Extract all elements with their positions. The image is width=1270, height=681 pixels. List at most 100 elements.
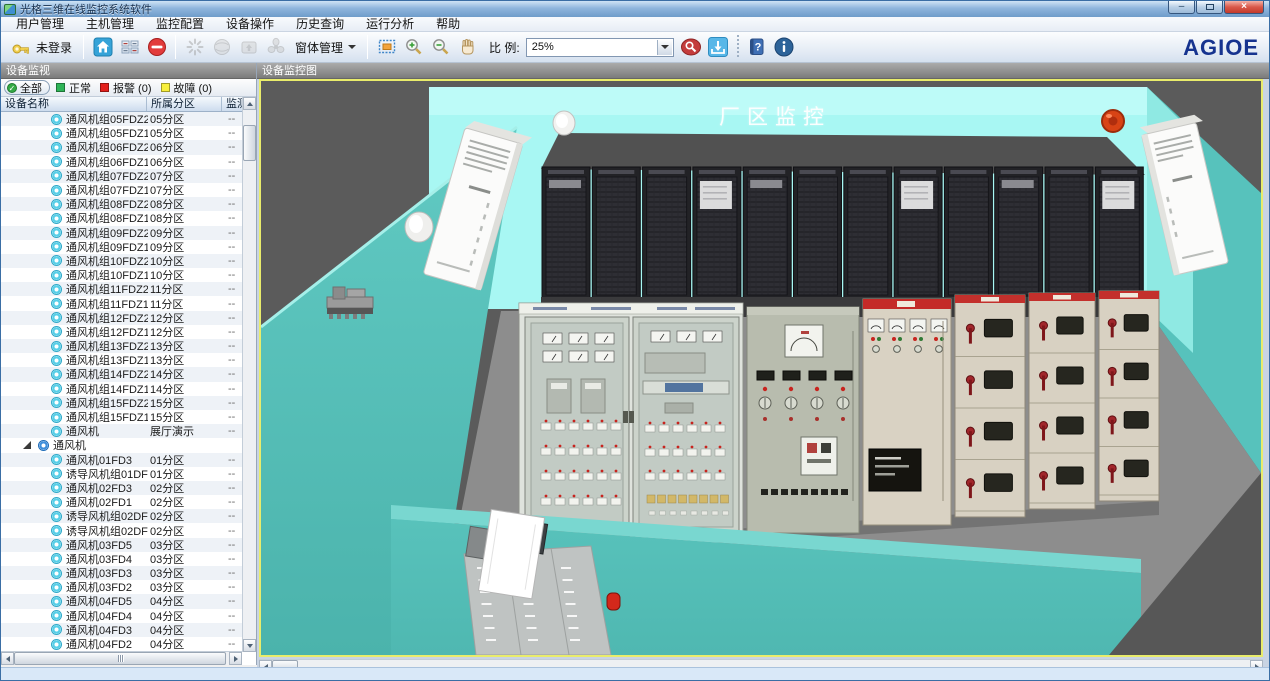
menu-item-4[interactable]: 历史查询: [285, 17, 355, 32]
key-icon[interactable]: [9, 36, 32, 59]
close-button[interactable]: ×: [1224, 1, 1264, 14]
table-row[interactable]: 通风机03FD303分区--: [1, 566, 243, 580]
tree-group-row[interactable]: 通风机: [1, 438, 243, 452]
table-row[interactable]: 通风机组14FDZ214分区--: [1, 367, 243, 381]
table-row[interactable]: 诱导风机组01DF101分区--: [1, 467, 243, 481]
snapshot-icon[interactable]: [237, 36, 260, 59]
help-icon[interactable]: ?: [746, 36, 769, 59]
zoom-in-icon[interactable]: [402, 36, 425, 59]
filter-item-2[interactable]: 报警 (0): [100, 80, 152, 96]
table-row[interactable]: 通风机组12FDZ112分区--: [1, 325, 243, 339]
table-row[interactable]: 诱导风机组02DF102分区--: [1, 523, 243, 537]
device-name: 通风机04FD2: [66, 636, 132, 652]
table-row[interactable]: 通风机组09FDZ209分区--: [1, 226, 243, 240]
vertical-scrollbar[interactable]: [242, 97, 256, 652]
table-row[interactable]: 通风机组11FDZ211分区--: [1, 282, 243, 296]
menu-item-0[interactable]: 用户管理: [5, 17, 75, 32]
scale-select[interactable]: 25%: [526, 38, 674, 57]
table-row[interactable]: 诱导风机组02DF202分区--: [1, 509, 243, 523]
locate-icon[interactable]: [680, 36, 703, 59]
scale-select-caret[interactable]: [657, 40, 672, 55]
table-row[interactable]: 通风机组08FDZ208分区--: [1, 197, 243, 211]
column-header-1[interactable]: 所属分区: [147, 97, 222, 111]
monitor-value: --: [223, 113, 243, 125]
table-row[interactable]: 通风机组15FDZ115分区--: [1, 410, 243, 424]
table-row[interactable]: 通风机02FD302分区--: [1, 481, 243, 495]
column-header-2[interactable]: 监测: [222, 97, 243, 111]
capture-icon[interactable]: [707, 36, 730, 59]
table-row[interactable]: 通风机组05FDZ205分区--: [1, 112, 243, 126]
table-row[interactable]: 通风机组15FDZ215分区--: [1, 396, 243, 410]
scroll-left-button[interactable]: [1, 652, 14, 665]
table-row[interactable]: 通风机04FD504分区--: [1, 594, 243, 608]
zoom-select-icon[interactable]: [375, 36, 398, 59]
filter-all-button[interactable]: ✓全部: [4, 80, 50, 95]
left-horizontal-scrollbar[interactable]: [1, 651, 242, 665]
pan-hand-icon[interactable]: [456, 36, 479, 59]
table-row[interactable]: 通风机01FD301分区--: [1, 453, 243, 467]
window-manage-button[interactable]: 窗体管理: [289, 36, 362, 58]
menu-item-5[interactable]: 运行分析: [355, 17, 425, 32]
table-row[interactable]: 通风机组14FDZ114分区--: [1, 382, 243, 396]
device-zone: 展厅演示: [148, 423, 223, 439]
table-row[interactable]: 通风机组10FDZ110分区--: [1, 268, 243, 282]
refresh-icon[interactable]: [183, 36, 206, 59]
rotate-icon[interactable]: [210, 36, 233, 59]
fan-icon[interactable]: [264, 36, 287, 59]
table-row[interactable]: 通风机组09FDZ109分区--: [1, 240, 243, 254]
monitor-value: --: [223, 553, 243, 565]
table-row[interactable]: 通风机组05FDZ105分区--: [1, 126, 243, 140]
scroll-down-button[interactable]: [243, 639, 256, 652]
device-icon: [51, 170, 62, 181]
table-row[interactable]: 通风机展厅演示--: [1, 424, 243, 438]
scroll-right-button[interactable]: [229, 652, 242, 665]
maximize-button[interactable]: [1196, 1, 1223, 14]
menu-item-6[interactable]: 帮助: [425, 17, 471, 32]
table-row[interactable]: 通风机组06FDZ106分区--: [1, 155, 243, 169]
info-icon[interactable]: [773, 36, 796, 59]
menu-item-1[interactable]: 主机管理: [75, 17, 145, 32]
zoom-out-icon[interactable]: [429, 36, 452, 59]
home-icon[interactable]: [91, 36, 114, 59]
scrollbar-thumb[interactable]: [243, 125, 256, 161]
table-row[interactable]: 通风机组07FDZ207分区--: [1, 169, 243, 183]
layout-restore-icon[interactable]: [118, 36, 141, 59]
login-status-label[interactable]: 未登录: [36, 39, 72, 56]
table-row[interactable]: 通风机组07FDZ107分区--: [1, 183, 243, 197]
filter-label: 全部: [20, 80, 42, 96]
table-row[interactable]: 通风机组13FDZ213分区--: [1, 339, 243, 353]
filter-label: 报警 (0): [113, 80, 152, 96]
control-cabinets[interactable]: [519, 291, 1159, 557]
table-row[interactable]: 通风机03FD203分区--: [1, 580, 243, 594]
table-row[interactable]: 通风机04FD304分区--: [1, 623, 243, 637]
table-row[interactable]: 通风机组10FDZ210分区--: [1, 254, 243, 268]
table-row[interactable]: 通风机02FD102分区--: [1, 495, 243, 509]
table-row[interactable]: 通风机04FD404分区--: [1, 609, 243, 623]
monitor-value: --: [223, 595, 243, 607]
red-marker[interactable]: [607, 593, 620, 610]
filter-item-3[interactable]: 故障 (0): [161, 80, 213, 96]
table-row[interactable]: 通风机03FD503分区--: [1, 538, 243, 552]
stop-icon[interactable]: [145, 36, 168, 59]
table-row[interactable]: 通风机组11FDZ111分区--: [1, 296, 243, 310]
table-row[interactable]: 通风机04FD204分区--: [1, 637, 243, 651]
3d-viewport[interactable]: 厂区监控: [259, 79, 1263, 657]
menu-item-3[interactable]: 设备操作: [215, 17, 285, 32]
expand-triangle-icon[interactable]: [23, 441, 31, 449]
monitor-value: --: [223, 539, 243, 551]
table-row[interactable]: 通风机组12FDZ212分区--: [1, 311, 243, 325]
scroll-up-button[interactable]: [243, 97, 256, 110]
column-header-0[interactable]: 设备名称: [1, 97, 147, 111]
app-window: 光格三维在线监控系统软件 – × 用户管理主机管理监控配置设备操作历史查询运行分…: [0, 0, 1270, 681]
filter-item-1[interactable]: 正常: [56, 80, 91, 96]
scrollbar-thumb[interactable]: [14, 652, 226, 665]
table-row[interactable]: 通风机03FD403分区--: [1, 552, 243, 566]
monitor-value: --: [223, 312, 243, 324]
table-row[interactable]: 通风机组13FDZ113分区--: [1, 353, 243, 367]
table-row[interactable]: 通风机组08FDZ108分区--: [1, 211, 243, 225]
monitor-value: --: [223, 269, 243, 281]
device-monitor-panel: 设备监视 ✓全部正常报警 (0)故障 (0) 设备名称所属分区监测 通风机组05…: [1, 63, 257, 665]
table-row[interactable]: 通风机组06FDZ206分区--: [1, 140, 243, 154]
minimize-button[interactable]: –: [1168, 1, 1195, 14]
menu-item-2[interactable]: 监控配置: [145, 17, 215, 32]
